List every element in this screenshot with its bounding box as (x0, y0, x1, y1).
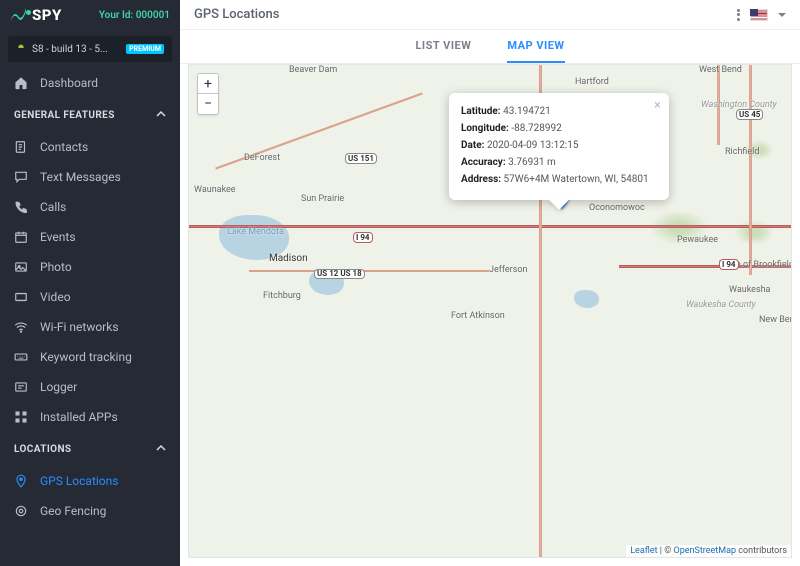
message-icon (14, 170, 28, 184)
popup-address: 57W6+4M Watertown, WI, 54801 (504, 174, 649, 185)
device-selector[interactable]: S8 - build 13 - 5... PREMIUM (8, 36, 172, 62)
pin-icon (14, 474, 28, 488)
brand-row: SPY Your Id: 000001 (0, 0, 180, 30)
sidebar: SPY Your Id: 000001 S8 - build 13 - 5...… (0, 0, 180, 566)
sidebar-item-photo[interactable]: Photo (0, 252, 180, 282)
location-popup: × Latitude: 43.194721 Longitude: -88.728… (449, 93, 669, 200)
popup-longitude: -88.728992 (511, 123, 561, 134)
popup-date: 2020-04-09 13:12:15 (487, 140, 579, 151)
phone-icon (14, 200, 28, 214)
section-general-features[interactable]: GENERAL FEATURES (0, 98, 180, 132)
section-locations[interactable]: LOCATIONS (0, 432, 180, 466)
chevron-up-icon (156, 443, 166, 456)
chevron-up-icon (156, 109, 166, 122)
leaflet-link[interactable]: Leaflet (630, 546, 657, 556)
home-icon (14, 76, 28, 90)
premium-badge: PREMIUM (126, 44, 164, 54)
target-icon (14, 504, 28, 518)
sidebar-item-wifi[interactable]: Wi-Fi networks (0, 312, 180, 342)
sidebar-item-dashboard[interactable]: Dashboard (0, 68, 180, 98)
sidebar-nav: Dashboard GENERAL FEATURES Contacts Text… (0, 68, 180, 566)
keyboard-icon (14, 350, 28, 364)
sidebar-item-events[interactable]: Events (0, 222, 180, 252)
sidebar-item-calls[interactable]: Calls (0, 192, 180, 222)
sidebar-item-installed-apps[interactable]: Installed APPs (0, 402, 180, 432)
topbar-actions (737, 9, 786, 21)
page-title: GPS Locations (194, 7, 279, 22)
photo-icon (14, 260, 28, 274)
topbar: GPS Locations (180, 0, 800, 30)
popup-close-button[interactable]: × (654, 99, 661, 112)
tab-list-view[interactable]: LIST VIEW (415, 30, 471, 63)
zoom-in-button[interactable]: + (198, 74, 218, 94)
video-icon (14, 290, 28, 304)
sidebar-item-keyword-tracking[interactable]: Keyword tracking (0, 342, 180, 372)
user-id-label: Your Id: 000001 (99, 10, 170, 21)
map-container: Madison Columbus Beaver Dam Sun Prairie … (180, 64, 800, 566)
language-dropdown-caret[interactable] (778, 13, 786, 17)
apps-grid-icon (14, 410, 28, 424)
popup-latitude: 43.194721 (503, 106, 551, 117)
main-content: GPS Locations LIST VIEW MAP VIEW (180, 0, 800, 566)
tab-map-view[interactable]: MAP VIEW (507, 30, 564, 63)
map-attribution: Leaflet | © OpenStreetMap contributors (626, 545, 791, 557)
brand-logo: SPY (10, 6, 62, 24)
osm-link[interactable]: OpenStreetMap (674, 546, 737, 556)
device-name: S8 - build 13 - 5... (32, 44, 108, 55)
sidebar-item-contacts[interactable]: Contacts (0, 132, 180, 162)
popup-accuracy: 3.76931 m (508, 157, 556, 168)
sidebar-item-logger[interactable]: Logger (0, 372, 180, 402)
calendar-icon (14, 230, 28, 244)
sidebar-item-text-messages[interactable]: Text Messages (0, 162, 180, 192)
view-tabs: LIST VIEW MAP VIEW (180, 30, 800, 64)
brand-text: SPY (32, 6, 62, 24)
sidebar-item-video[interactable]: Video (0, 282, 180, 312)
sidebar-item-geo-fencing[interactable]: Geo Fencing (0, 496, 180, 526)
dashboard-label: Dashboard (40, 76, 98, 90)
sidebar-item-gps-locations[interactable]: GPS Locations (0, 466, 180, 496)
contacts-icon (14, 140, 28, 154)
map[interactable]: Madison Columbus Beaver Dam Sun Prairie … (188, 64, 792, 558)
zoom-out-button[interactable]: − (198, 94, 218, 114)
wifi-icon (14, 320, 28, 334)
android-icon (16, 44, 26, 54)
zoom-control: + − (197, 73, 219, 115)
logger-icon (14, 380, 28, 394)
flag-us-icon[interactable] (750, 9, 768, 21)
more-menu-button[interactable] (737, 9, 740, 21)
